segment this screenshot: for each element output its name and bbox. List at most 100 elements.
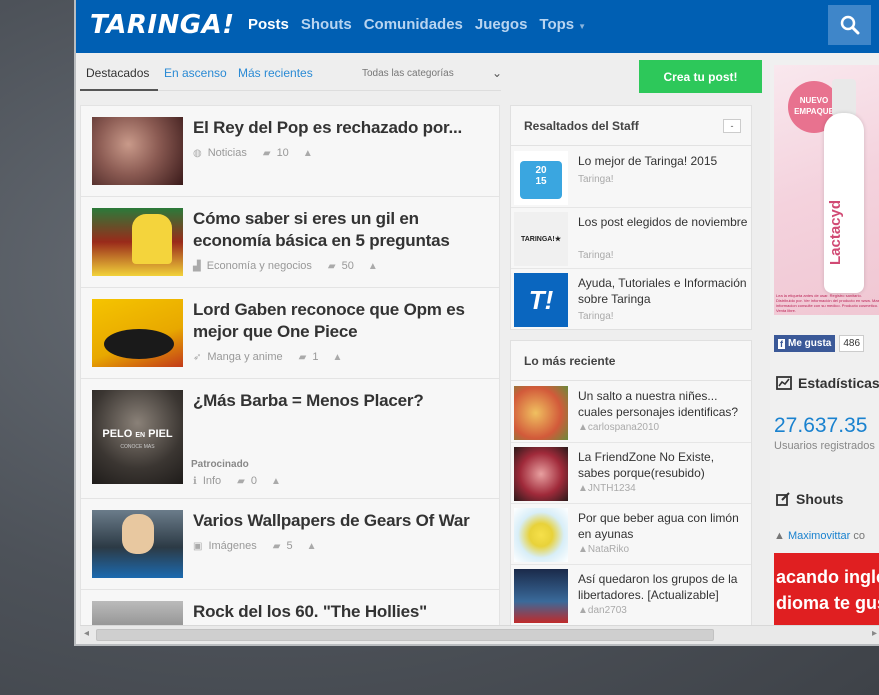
tab-destacados[interactable]: Destacados bbox=[86, 66, 149, 80]
post-feed: El Rey del Pop es rechazado por... ◍ Not… bbox=[80, 105, 500, 644]
recent-thumbnail[interactable] bbox=[514, 508, 568, 562]
info-icon: ℹ bbox=[193, 475, 197, 487]
recent-thumbnail[interactable] bbox=[514, 569, 568, 623]
tab-en-ascenso[interactable]: En ascenso bbox=[164, 66, 227, 80]
comment-icon: ▰ bbox=[298, 351, 307, 363]
post-title[interactable]: Lord Gaben reconoce que Opm es mejor que… bbox=[193, 299, 493, 343]
facebook-like-button[interactable]: f Me gusta bbox=[774, 335, 836, 352]
post-thumbnail[interactable] bbox=[92, 117, 183, 185]
post-comments: 5 bbox=[286, 540, 293, 552]
facebook-like-count: 486 bbox=[839, 335, 865, 352]
nav-posts[interactable]: Posts bbox=[248, 16, 289, 33]
recent-item-title[interactable]: La FriendZone No Existe, sabes porque(re… bbox=[578, 449, 748, 481]
search-icon bbox=[840, 15, 859, 35]
search-button[interactable] bbox=[828, 5, 871, 45]
image-icon: ▣ bbox=[193, 540, 203, 552]
recent-item-author[interactable]: ▲dan2703 bbox=[578, 605, 627, 616]
edit-icon bbox=[776, 492, 790, 506]
nav-comunidades[interactable]: Comunidades bbox=[364, 16, 463, 33]
staff-item[interactable]: TARINGA!★ Los post elegidos de noviembre… bbox=[511, 208, 751, 269]
nav-juegos[interactable]: Juegos bbox=[475, 16, 528, 33]
feed-tabs: Destacados En ascenso Más recientes Toda… bbox=[80, 53, 502, 91]
staff-thumbnail[interactable]: T! bbox=[514, 273, 568, 327]
recent-item-author[interactable]: ▲JNTH1234 bbox=[578, 483, 636, 494]
post-thumbnail[interactable]: PELO EN PIEL CONOCE MAS bbox=[92, 390, 183, 484]
staff-item-title[interactable]: Los post elegidos de noviembre bbox=[578, 214, 748, 230]
shouts-title[interactable]: Shouts bbox=[796, 491, 843, 507]
post-title[interactable]: Varios Wallpapers de Gears Of War bbox=[193, 510, 493, 532]
shout-image[interactable]: acando ingle dioma te gus bbox=[774, 553, 879, 633]
recent-item[interactable]: Un salto a nuestra niñes... cuales perso… bbox=[511, 382, 751, 443]
staff-item[interactable]: T! Ayuda, Tutoriales e Información sobre… bbox=[511, 269, 751, 330]
panel-title: Resaltados del Staff bbox=[524, 119, 639, 133]
staff-item-title[interactable]: Lo mejor de Taringa! 2015 bbox=[578, 153, 748, 169]
browser-window: TARINGA! Posts Shouts Comunidades Juegos… bbox=[74, 0, 879, 646]
post-thumbnail[interactable] bbox=[92, 299, 183, 367]
user-icon: ▲ bbox=[578, 605, 588, 616]
post-item[interactable]: Varios Wallpapers de Gears Of War ▣ Imág… bbox=[81, 499, 499, 590]
stats-title: Estadísticas bbox=[798, 375, 879, 391]
manga-icon: ➶ bbox=[193, 351, 202, 363]
post-title[interactable]: Rock del los 60. "The Hollies" bbox=[193, 601, 493, 623]
recent-item-title[interactable]: Un salto a nuestra niñes... cuales perso… bbox=[578, 388, 748, 420]
staff-thumbnail[interactable]: 20 15 bbox=[514, 151, 568, 205]
recent-item-author[interactable]: ▲carlospana2010 bbox=[578, 422, 659, 433]
recent-item[interactable]: La FriendZone No Existe, sabes porque(re… bbox=[511, 443, 751, 504]
staff-item-author: Taringa! bbox=[578, 174, 614, 185]
user-icon: ▲ bbox=[578, 483, 588, 494]
category-select[interactable]: Todas las categorías ⌄ bbox=[362, 66, 502, 80]
post-title[interactable]: Cómo saber si eres un gil en economía bá… bbox=[193, 208, 493, 252]
recent-item-title[interactable]: Por que beber agua con limón en ayunas bbox=[578, 510, 748, 542]
advertisement[interactable]: NUEVO EMPAQUE Lactacyd Lea la etiqueta a… bbox=[774, 65, 879, 315]
post-meta: ◍ Noticias ▰ 10 ▲ bbox=[193, 147, 313, 159]
stats-subtitle: Usuarios registrados bbox=[774, 440, 875, 452]
post-category[interactable]: Imágenes bbox=[208, 540, 256, 552]
nav-tops[interactable]: Tops ▼ bbox=[539, 16, 586, 33]
recent-item-author[interactable]: ▲NataRiko bbox=[578, 544, 629, 555]
comment-icon: ▰ bbox=[262, 147, 271, 159]
recent-thumbnail[interactable] bbox=[514, 447, 568, 501]
tab-mas-recientes[interactable]: Más recientes bbox=[238, 66, 313, 80]
horizontal-scrollbar[interactable]: ◂ ▸ bbox=[80, 625, 879, 644]
shout-username[interactable]: Maximovittar bbox=[788, 530, 850, 542]
user-icon: ▲ bbox=[271, 475, 281, 487]
post-category[interactable]: Noticias bbox=[208, 147, 247, 159]
sponsored-post-item[interactable]: PELO EN PIEL CONOCE MAS ¿Más Barba = Men… bbox=[81, 379, 499, 499]
post-thumbnail[interactable] bbox=[92, 208, 183, 276]
recent-thumbnail[interactable] bbox=[514, 386, 568, 440]
staff-item-author: Taringa! bbox=[578, 250, 614, 261]
post-category[interactable]: Economía y negocios bbox=[207, 260, 312, 272]
post-title[interactable]: ¿Más Barba = Menos Placer? bbox=[193, 390, 493, 412]
collapse-button[interactable]: - bbox=[723, 119, 741, 133]
shout-image-line: acando ingle bbox=[776, 567, 879, 587]
scrollbar-thumb[interactable] bbox=[96, 629, 714, 641]
stats-number: 27.637.35 bbox=[774, 414, 868, 437]
post-item[interactable]: Lord Gaben reconoce que Opm es mejor que… bbox=[81, 288, 499, 379]
staff-item[interactable]: 20 15 Lo mejor de Taringa! 2015 Taringa! bbox=[511, 147, 751, 208]
nav-shouts[interactable]: Shouts bbox=[301, 16, 352, 33]
sponsored-label: Patrocinado bbox=[191, 459, 249, 470]
post-thumbnail[interactable] bbox=[92, 510, 183, 578]
scroll-left-icon[interactable]: ◂ bbox=[84, 628, 89, 639]
post-item[interactable]: El Rey del Pop es rechazado por... ◍ Not… bbox=[81, 106, 499, 197]
taringa-t-logo: T! bbox=[528, 284, 554, 315]
post-item[interactable]: Cómo saber si eres un gil en economía bá… bbox=[81, 197, 499, 288]
thumb-caption: CONOCE MAS bbox=[120, 444, 155, 450]
create-post-button[interactable]: Crea tu post! bbox=[639, 60, 762, 93]
user-icon: ▲ bbox=[332, 351, 343, 363]
post-comments: 1 bbox=[312, 351, 319, 363]
staff-highlights-panel: Resaltados del Staff - 20 15 Lo mejor de … bbox=[510, 105, 752, 330]
post-title[interactable]: El Rey del Pop es rechazado por... bbox=[193, 117, 493, 139]
post-category[interactable]: Manga y anime bbox=[207, 351, 282, 363]
post-category[interactable]: Info bbox=[203, 475, 221, 487]
staff-thumbnail[interactable]: TARINGA!★ bbox=[514, 212, 568, 266]
staff-item-title[interactable]: Ayuda, Tutoriales e Información sobre Ta… bbox=[578, 275, 748, 307]
user-icon: ▲ bbox=[578, 422, 588, 433]
caret-down-icon: ▼ bbox=[578, 22, 587, 31]
taringa-logo[interactable]: TARINGA! bbox=[90, 10, 235, 40]
right-sidebar: NUEVO EMPAQUE Lactacyd Lea la etiqueta a… bbox=[770, 53, 879, 644]
recent-item[interactable]: Así quedaron los grupos de la libertador… bbox=[511, 565, 751, 626]
recent-item[interactable]: Por que beber agua con limón en ayunas ▲… bbox=[511, 504, 751, 565]
scroll-right-icon[interactable]: ▸ bbox=[872, 628, 877, 639]
recent-item-title[interactable]: Así quedaron los grupos de la libertador… bbox=[578, 571, 748, 603]
